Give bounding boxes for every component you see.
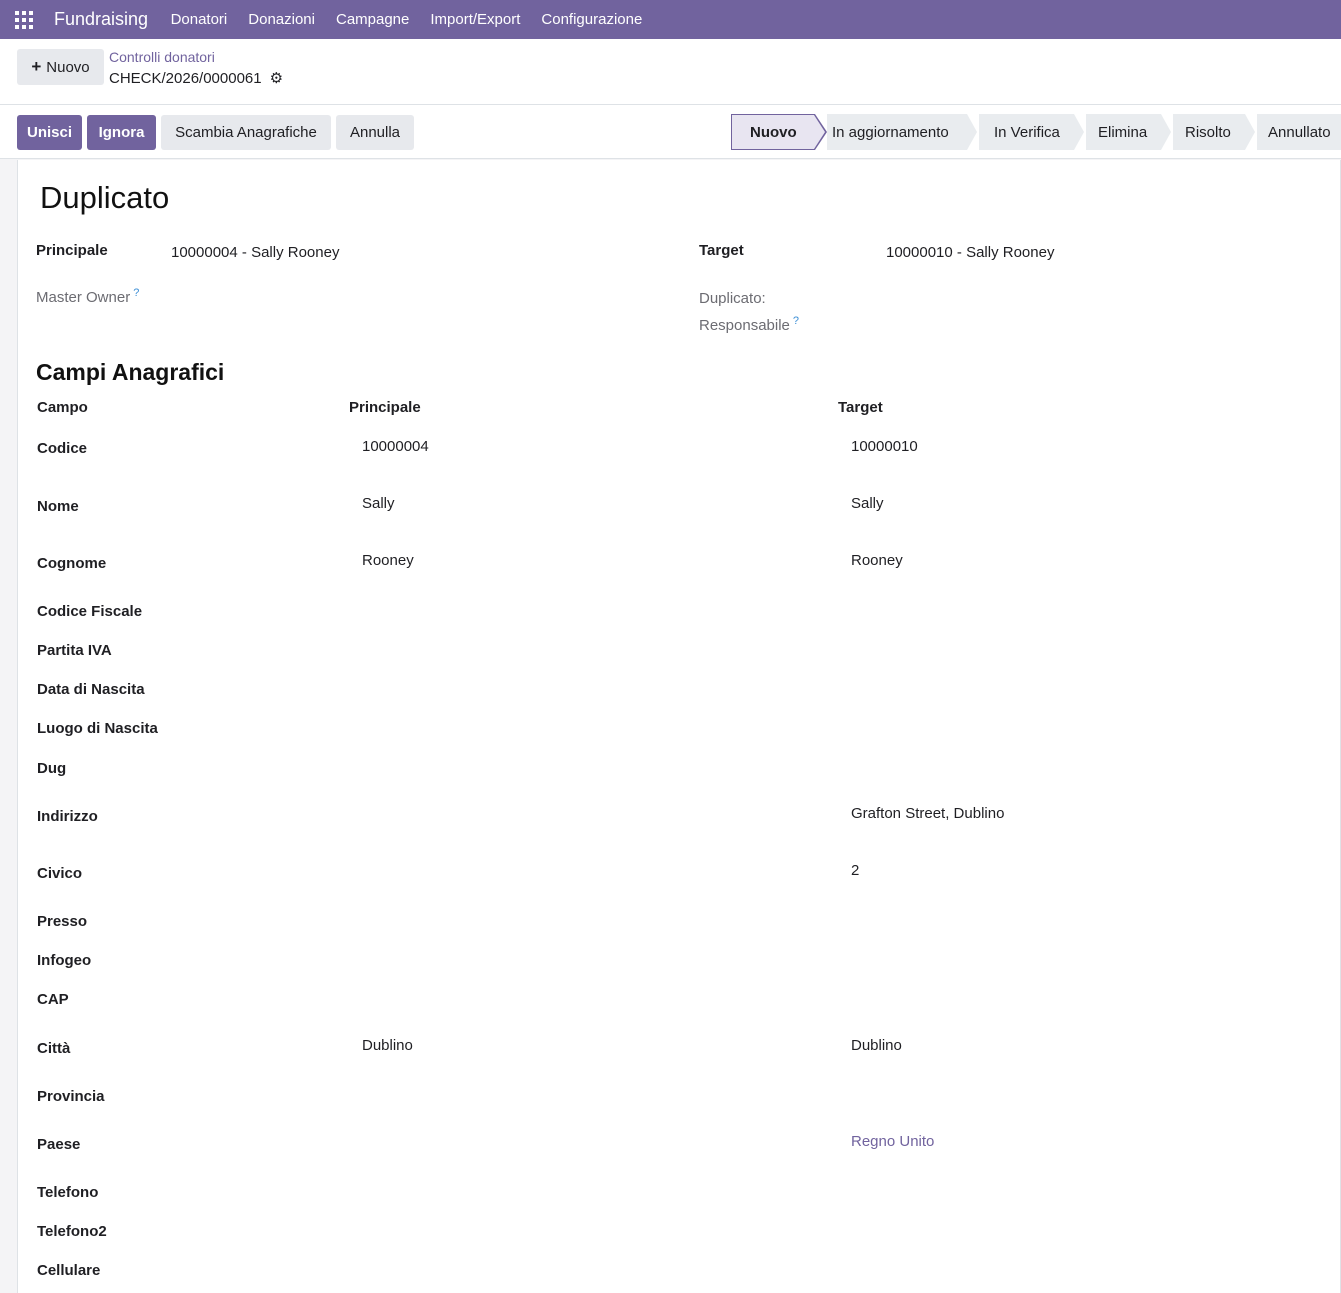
field-label: Cognome	[37, 555, 107, 572]
plus-icon: +	[31, 57, 42, 76]
responsible-label-line1: Duplicato:	[699, 290, 766, 307]
field-label: Città	[37, 1040, 71, 1057]
section-title: Campi Anagrafici	[36, 359, 225, 385]
field-label: Nome	[37, 498, 79, 515]
stage-in-aggiornamento[interactable]: In aggiornamento	[827, 114, 967, 150]
menu-import-export[interactable]: Import/Export	[420, 11, 531, 28]
help-icon[interactable]: ?	[793, 315, 799, 327]
menu-donazioni[interactable]: Donazioni	[238, 11, 326, 28]
master-owner-text: Master Owner	[36, 289, 131, 306]
field-label: CAP	[37, 991, 69, 1008]
new-button[interactable]: + Nuovo	[17, 49, 104, 85]
record-name-text: CHECK/2026/0000061	[109, 69, 262, 87]
responsible-label: Duplicato: Responsabile?	[699, 287, 799, 337]
principale-cell: 10000004	[362, 438, 429, 455]
help-icon[interactable]: ?	[133, 287, 139, 299]
stage-nuovo[interactable]: Nuovo	[731, 114, 815, 150]
field-label: Dug	[37, 760, 67, 777]
status-row: Unisci Ignora Scambia Anagrafiche Annull…	[0, 105, 1341, 159]
stage-arrow	[1074, 114, 1084, 150]
breadcrumb[interactable]: Controlli donatori	[109, 49, 215, 65]
app-brand[interactable]: Fundraising	[54, 9, 148, 30]
stage-in-verifica[interactable]: In Verifica	[979, 114, 1074, 150]
target-cell: Sally	[851, 495, 884, 512]
stage-arrow	[1161, 114, 1171, 150]
field-label: Luogo di Nascita	[37, 720, 158, 737]
field-label: Presso	[37, 913, 88, 930]
menu-configurazione[interactable]: Configurazione	[531, 11, 653, 28]
column-header-target: Target	[838, 399, 883, 416]
top-navbar: Fundraising Donatori Donazioni Campagne …	[0, 0, 1341, 39]
swap-records-button[interactable]: Scambia Anagrafiche	[161, 115, 331, 150]
page-title: Duplicato	[40, 180, 170, 215]
target-cell[interactable]: Regno Unito	[851, 1133, 934, 1150]
menu-campagne[interactable]: Campagne	[325, 11, 419, 28]
merge-button[interactable]: Unisci	[17, 115, 82, 150]
stage-arrow	[814, 115, 825, 149]
stage-annullato[interactable]: Annullato	[1257, 114, 1341, 150]
field-label: Civico	[37, 865, 83, 882]
stage-arrow	[967, 114, 977, 150]
stage-elimina[interactable]: Elimina	[1086, 114, 1161, 150]
control-panel: + Nuovo Controlli donatori CHECK/2026/00…	[0, 39, 1341, 105]
field-label: Cellulare	[37, 1262, 101, 1279]
principale-cell: Sally	[362, 495, 395, 512]
field-label: Telefono2	[37, 1223, 107, 1240]
principale-label: Principale	[36, 242, 108, 259]
apps-grid-icon[interactable]	[15, 10, 33, 29]
field-label: Provincia	[37, 1088, 105, 1105]
field-label: Codice	[37, 440, 88, 457]
target-value[interactable]: 10000010 - Sally Rooney	[886, 244, 1054, 261]
new-button-label: Nuovo	[46, 58, 90, 76]
cancel-button[interactable]: Annulla	[336, 115, 414, 150]
principale-value[interactable]: 10000004 - Sally Rooney	[171, 244, 339, 261]
record-name: CHECK/2026/0000061 ⚙	[109, 69, 283, 88]
principale-cell: Dublino	[362, 1037, 413, 1054]
form-sheet: Duplicato Principale 10000004 - Sally Ro…	[17, 160, 1341, 1293]
ignore-button[interactable]: Ignora	[87, 115, 156, 150]
status-bar: Nuovo In aggiornamento In Verifica Elimi…	[731, 114, 1341, 150]
master-owner-label: Master Owner?	[36, 287, 139, 306]
target-cell: Rooney	[851, 552, 903, 569]
field-label: Indirizzo	[37, 808, 98, 825]
field-label: Codice Fiscale	[37, 603, 143, 620]
target-cell: Grafton Street, Dublino	[851, 805, 1005, 822]
field-label: Telefono	[37, 1184, 99, 1201]
column-header-principale: Principale	[349, 399, 421, 416]
stage-arrow	[1245, 114, 1255, 150]
target-label: Target	[699, 242, 744, 259]
column-header-campo: Campo	[37, 399, 88, 416]
target-cell: Dublino	[851, 1037, 902, 1054]
field-label: Partita IVA	[37, 642, 112, 659]
target-cell: 2	[851, 862, 860, 879]
target-cell: 10000010	[851, 438, 918, 455]
menu-donatori[interactable]: Donatori	[160, 11, 238, 28]
responsible-label-line2: Responsabile	[699, 317, 790, 334]
principale-cell: Rooney	[362, 552, 414, 569]
field-label: Infogeo	[37, 952, 92, 969]
stage-risolto[interactable]: Risolto	[1173, 114, 1245, 150]
field-label: Data di Nascita	[37, 681, 145, 698]
gear-icon[interactable]: ⚙	[270, 69, 283, 87]
field-label: Paese	[37, 1136, 81, 1153]
